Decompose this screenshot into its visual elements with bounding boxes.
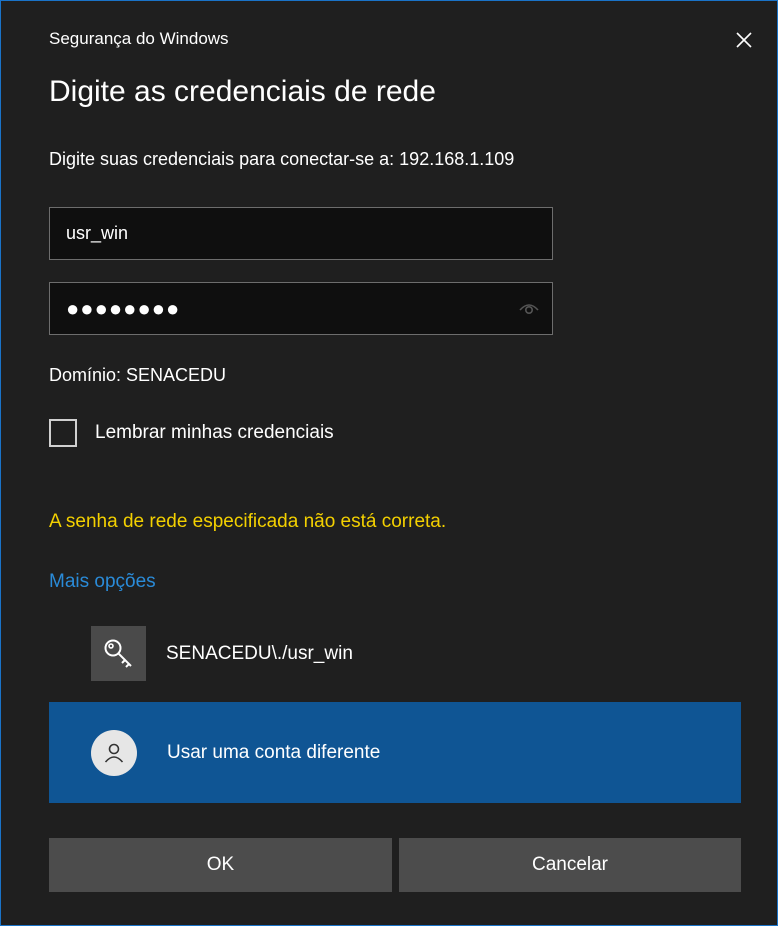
more-options-link[interactable]: Mais opções	[49, 571, 156, 593]
saved-account-label: SENACEDU\./usr_win	[166, 642, 353, 664]
person-icon	[104, 743, 124, 763]
key-icon-tile	[91, 626, 146, 681]
domain-text: Domínio: SENACEDU	[49, 365, 227, 385]
cancel-button[interactable]: Cancelar	[399, 838, 741, 892]
close-icon	[736, 32, 752, 48]
checkbox-box[interactable]	[49, 419, 77, 447]
dialog-heading: Digite as credenciais de rede	[49, 75, 436, 108]
saved-account-option[interactable]: SENACEDU\./usr_win	[91, 626, 353, 681]
close-button[interactable]	[727, 23, 761, 57]
password-field[interactable]: ●●●●●●●●	[49, 282, 553, 335]
error-message: A senha de rede especificada não está co…	[49, 511, 447, 532]
credentials-dialog: Segurança do Windows Digite as credencia…	[0, 0, 778, 926]
connection-target-text: Digite suas credenciais para conectar-se…	[49, 149, 515, 169]
remember-credentials-checkbox[interactable]: Lembrar minhas credenciais	[49, 419, 334, 447]
remember-credentials-label: Lembrar minhas credenciais	[95, 422, 334, 443]
username-field[interactable]	[49, 207, 553, 260]
avatar	[91, 729, 137, 776]
ok-button[interactable]: OK	[49, 838, 392, 892]
key-icon	[104, 639, 132, 668]
use-different-account-label: Usar uma conta diferente	[167, 741, 381, 763]
window-title: Segurança do Windows	[49, 29, 229, 48]
username-input[interactable]	[50, 208, 552, 259]
eye-icon[interactable]	[518, 297, 540, 319]
use-different-account-option[interactable]: Usar uma conta diferente	[49, 702, 741, 803]
password-masked-value: ●●●●●●●●	[66, 295, 181, 321]
